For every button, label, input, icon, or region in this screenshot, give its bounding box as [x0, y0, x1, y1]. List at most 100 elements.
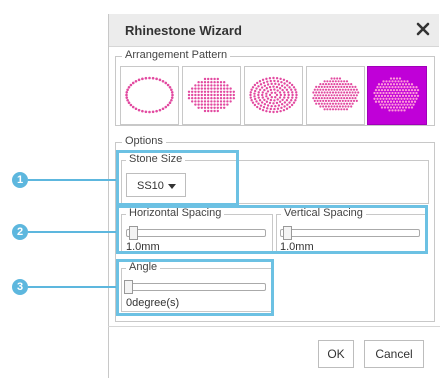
stone-dot	[337, 108, 340, 111]
stone-dot	[330, 88, 333, 91]
stone-dot	[344, 94, 347, 97]
stone-dot	[394, 103, 397, 106]
stone-dot	[263, 103, 267, 106]
stone-dot	[403, 103, 406, 106]
stone-dot	[125, 96, 129, 99]
stone-dot	[327, 83, 330, 86]
stone-dot	[266, 104, 270, 107]
filled-grid-icon	[187, 77, 235, 113]
stone-dot	[200, 84, 203, 87]
stone-dot	[131, 81, 135, 85]
stone-dot	[268, 110, 272, 113]
stone-dot	[340, 108, 343, 111]
stone-dot	[295, 91, 298, 94]
pattern-honeycomb-fill[interactable]	[367, 66, 427, 125]
stone-dot	[279, 93, 283, 97]
pattern-filled-grid[interactable]	[182, 66, 241, 125]
stone-dot	[391, 103, 394, 106]
stone-dot	[200, 103, 203, 106]
pattern-outline-ellipse[interactable]	[120, 66, 179, 125]
stone-dot	[354, 91, 357, 94]
stone-dot	[319, 88, 322, 91]
stone-dot	[338, 88, 342, 91]
stone-dot	[166, 83, 170, 87]
cancel-button[interactable]: Cancel	[364, 340, 424, 368]
stone-dot	[213, 97, 216, 100]
stone-dot	[207, 84, 210, 87]
stone-dot	[338, 99, 342, 102]
stone-dot	[400, 91, 403, 95]
stone-dot	[329, 80, 332, 83]
callout-2-badge: 2	[12, 224, 28, 240]
stone-dot	[406, 91, 409, 95]
stone-dot	[207, 109, 210, 113]
stone-dot	[126, 98, 129, 102]
ok-button[interactable]: OK	[318, 340, 354, 368]
stone-dot	[333, 99, 336, 102]
stone-dot	[219, 97, 223, 100]
stone-dot	[404, 106, 408, 109]
stone-dot	[223, 81, 226, 84]
stone-dot	[200, 106, 203, 109]
stone-dot	[200, 93, 203, 97]
stone-dot	[409, 103, 412, 106]
stone-dot	[351, 91, 354, 94]
stone-dot	[401, 106, 405, 109]
stone-dot	[200, 100, 203, 103]
stone-dot	[413, 100, 417, 103]
outline-ellipse-icon	[125, 76, 174, 114]
stone-dot	[287, 96, 290, 99]
stone-dot	[290, 103, 294, 107]
stone-dot	[385, 86, 388, 89]
stone-dot	[280, 103, 284, 106]
stone-dot	[337, 80, 340, 83]
stone-dot	[389, 88, 393, 92]
stone-dot	[341, 88, 344, 91]
stone-dot	[257, 93, 260, 97]
stone-dot	[232, 97, 235, 100]
stone-dot	[327, 94, 330, 97]
stone-dot	[272, 76, 275, 80]
stone-dot	[158, 78, 162, 82]
stone-dot	[386, 88, 390, 92]
stone-dot	[357, 91, 360, 94]
stone-dot	[350, 88, 353, 91]
stone-dot	[288, 81, 291, 85]
stone-dot	[168, 101, 172, 105]
stone-dot	[331, 108, 335, 111]
stone-dot	[263, 88, 266, 92]
stone-dot	[191, 90, 194, 93]
stone-dot	[324, 83, 328, 86]
stone-dot	[283, 105, 286, 108]
pattern-concentric-fill[interactable]	[244, 66, 303, 125]
stone-dot	[340, 85, 343, 88]
stone-dot	[270, 82, 273, 86]
stone-dot	[219, 84, 223, 87]
stone-dot	[326, 80, 329, 83]
stone-dot	[409, 86, 412, 89]
stone-dot	[336, 88, 339, 91]
stone-dot	[386, 106, 390, 109]
stone-dot	[290, 99, 293, 102]
stone-dot	[287, 93, 290, 97]
stone-dot	[272, 85, 275, 88]
stone-dot	[294, 99, 297, 102]
stone-dot	[317, 91, 321, 94]
stone-dot	[322, 105, 325, 108]
stone-dot	[315, 85, 318, 88]
stone-dot	[347, 105, 350, 108]
stone-dot	[213, 109, 216, 113]
stone-dot	[253, 89, 257, 93]
close-icon[interactable]	[413, 19, 433, 39]
stone-dot	[345, 108, 349, 111]
stone-dot	[275, 77, 279, 80]
stone-dot	[397, 97, 400, 100]
stone-dot	[400, 86, 403, 89]
stone-dot	[403, 91, 406, 95]
stone-dot	[203, 81, 207, 84]
stone-dot	[263, 84, 267, 87]
stone-dot	[329, 102, 332, 105]
pattern-dense-fill[interactable]	[306, 66, 365, 125]
stone-dot	[324, 105, 328, 108]
stone-dot	[191, 93, 194, 97]
